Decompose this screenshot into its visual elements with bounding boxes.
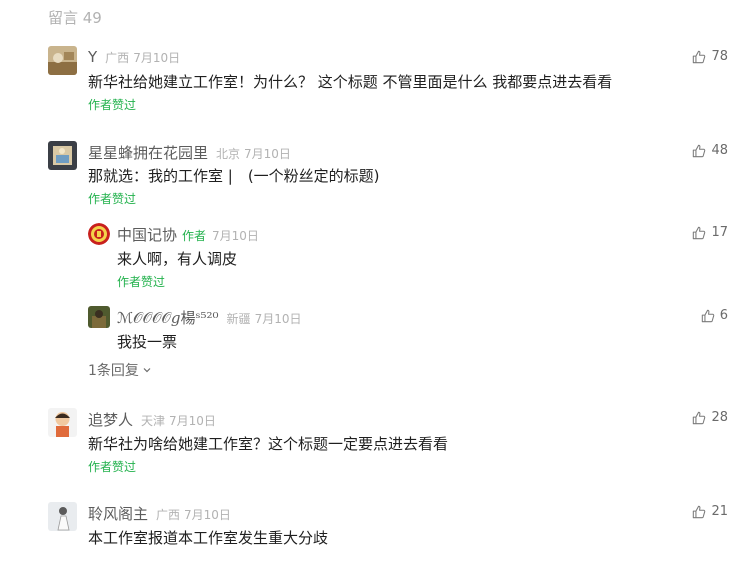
expand-replies-label: 1条回复 — [88, 363, 139, 379]
expand-replies-button[interactable]: 1条回复 — [88, 360, 152, 380]
avatar[interactable] — [48, 502, 77, 531]
reply-text: 我投一票 — [117, 333, 178, 351]
timestamp: 7月10日 — [212, 229, 259, 243]
thumbs-up-icon — [701, 309, 714, 322]
avatar[interactable] — [88, 223, 110, 245]
comment-meta: 星星蜂拥在花园里 北京 7月10日 — [88, 142, 291, 163]
reply-meta: 中国记协 作者 7月10日 — [117, 224, 259, 245]
nickname[interactable]: 聆风阁主 — [88, 503, 148, 524]
timestamp: 7月10日 — [244, 147, 291, 161]
comments-header: 留言 49 — [48, 9, 102, 27]
thumbs-up-icon — [693, 50, 706, 63]
like-button[interactable]: 48 — [692, 143, 728, 158]
nickname[interactable]: ℳ𝒪𝒪𝒪𝒪𝑔楊ˢ⁵²⁰ — [117, 307, 219, 328]
location: 广西 — [156, 508, 181, 522]
thumbs-up-icon — [693, 505, 706, 518]
reply-text: 来人啊，有人调皮 — [117, 250, 238, 268]
comment-text: 那就选：我的工作室 | (一个粉丝定的标题) — [88, 167, 380, 185]
location: 广西 — [105, 51, 130, 65]
nickname[interactable]: Y — [88, 48, 97, 66]
comment-text: 本工作室报道本工作室发生重大分歧 — [88, 529, 329, 547]
nickname[interactable]: 追梦人 — [88, 409, 133, 430]
avatar[interactable] — [48, 408, 77, 437]
chevron-down-icon — [143, 368, 151, 373]
comment-meta: Y 广西 7月10日 — [88, 48, 180, 66]
author-praised-badge: 作者赞过 — [88, 98, 137, 112]
comment-text: 新华社给她建立工作室！为什么？ 这个标题 不管里面是什么 我都要点进去看看 — [88, 73, 613, 91]
reply-meta: ℳ𝒪𝒪𝒪𝒪𝑔楊ˢ⁵²⁰ 新疆 7月10日 — [117, 307, 301, 328]
author-tag: 作者 — [182, 229, 207, 243]
author-praised-badge: 作者赞过 — [88, 460, 137, 474]
like-count: 28 — [711, 410, 728, 425]
like-count: 17 — [711, 225, 728, 240]
comment-meta: 追梦人 天津 7月10日 — [88, 409, 216, 430]
avatar[interactable] — [48, 46, 77, 75]
like-button[interactable]: 28 — [692, 410, 728, 425]
thumbs-up-icon — [693, 411, 706, 424]
nickname[interactable]: 中国记协 — [117, 224, 177, 245]
like-button[interactable]: 17 — [692, 225, 728, 240]
avatar[interactable] — [88, 306, 110, 328]
thumbs-up-icon — [693, 144, 706, 157]
comment-text: 新华社为啥给她建工作室？这个标题一定要点进去看看 — [88, 435, 449, 453]
timestamp: 7月10日 — [133, 51, 181, 65]
location: 新疆 — [226, 312, 251, 326]
like-count: 21 — [711, 504, 728, 519]
like-count: 48 — [711, 143, 728, 158]
location: 天津 — [141, 414, 166, 428]
like-button[interactable]: 78 — [692, 49, 728, 64]
avatar[interactable] — [48, 141, 77, 170]
like-count: 78 — [711, 49, 728, 64]
like-count: 6 — [719, 308, 728, 323]
like-button[interactable]: 6 — [701, 308, 728, 323]
nickname[interactable]: 星星蜂拥在花园里 — [88, 142, 208, 163]
comment-meta: 聆风阁主 广西 7月10日 — [88, 503, 231, 524]
author-praised-badge: 作者赞过 — [117, 275, 166, 289]
location: 北京 — [216, 147, 241, 161]
timestamp: 7月10日 — [254, 312, 302, 326]
author-praised-badge: 作者赞过 — [88, 192, 137, 206]
timestamp: 7月10日 — [184, 508, 231, 522]
thumbs-up-icon — [693, 226, 706, 239]
like-button[interactable]: 21 — [692, 504, 728, 519]
timestamp: 7月10日 — [169, 414, 216, 428]
